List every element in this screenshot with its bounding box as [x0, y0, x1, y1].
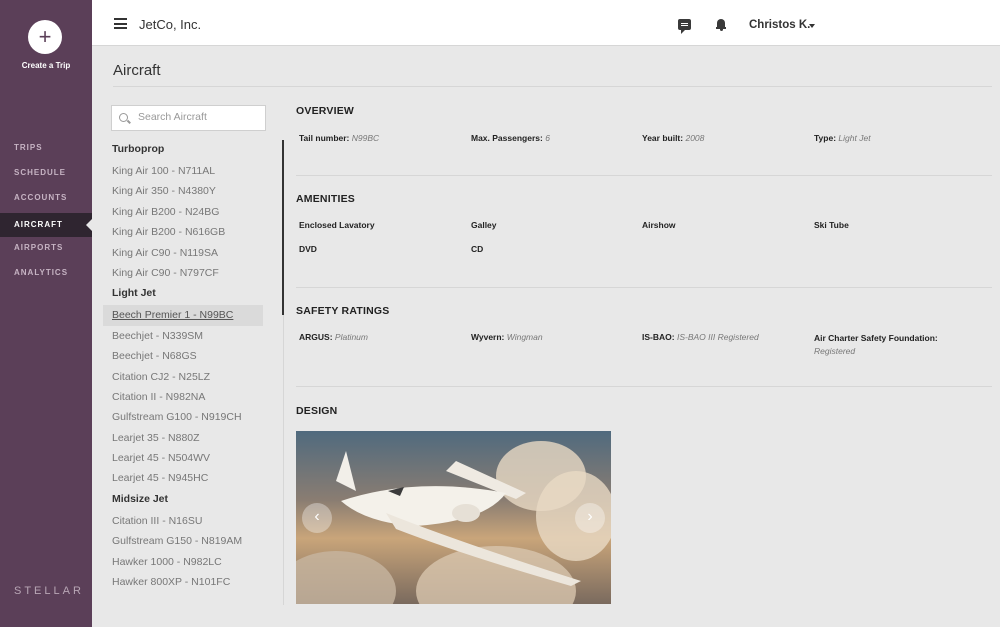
- plus-icon: +: [38, 24, 52, 49]
- list-item[interactable]: Beechjet - N339SM: [103, 326, 273, 346]
- nav-item-schedule[interactable]: SCHEDULE: [0, 163, 92, 188]
- messages-icon[interactable]: [678, 19, 691, 34]
- list-item[interactable]: King Air B200 - N616GB: [103, 222, 273, 242]
- search-input[interactable]: [138, 111, 262, 123]
- list-item[interactable]: King Air B200 - N24BG: [103, 202, 273, 222]
- list-item[interactable]: Learjet 35 - N880Z: [103, 428, 273, 448]
- list-item[interactable]: Hawker 800XP - N101FC: [103, 572, 273, 592]
- list-item[interactable]: Gulfstream G150 - N819AM: [103, 531, 273, 551]
- divider: [113, 86, 992, 87]
- amenity-item: DVD: [299, 244, 317, 254]
- stellar-logo: STELLAR: [14, 585, 84, 597]
- top-bar: JetCo, Inc. Christos K.: [92, 0, 1000, 46]
- amenity-item: Galley: [471, 220, 497, 230]
- company-name: JetCo, Inc.: [139, 17, 202, 32]
- group-heading-turboprop: Turboprop: [112, 143, 165, 155]
- create-trip-button[interactable]: +: [28, 20, 62, 54]
- aircraft-photo: [296, 431, 611, 604]
- list-item[interactable]: Citation CJ2 - N25LZ: [103, 367, 273, 387]
- argus-field: ARGUS: Platinum: [299, 332, 368, 342]
- nav-item-airports[interactable]: AIRPORTS: [0, 238, 92, 263]
- design-heading: DESIGN: [296, 405, 338, 417]
- divider: [296, 175, 992, 176]
- list-item[interactable]: Citation II - N982NA: [103, 387, 273, 407]
- search-icon: [119, 113, 128, 122]
- list-item-selected[interactable]: Beech Premier 1 - N99BC: [103, 305, 263, 326]
- list-item[interactable]: Learjet 45 - N504WV: [103, 448, 273, 468]
- max-passengers-field: Max. Passengers: 6: [471, 133, 550, 143]
- aircraft-photo-carousel[interactable]: ‹ ›: [296, 431, 611, 604]
- list-item[interactable]: King Air C90 - N797CF: [103, 263, 273, 283]
- divider: [296, 287, 992, 288]
- notifications-bell-icon[interactable]: [716, 18, 726, 31]
- amenity-item: Enclosed Lavatory: [299, 220, 375, 230]
- list-item[interactable]: Citation III - N16SU: [103, 511, 273, 531]
- safety-ratings-heading: SAFETY RATINGS: [296, 305, 390, 317]
- amenities-heading: AMENITIES: [296, 193, 355, 205]
- group-heading-midsize-jet: Midsize Jet: [112, 492, 169, 505]
- page-title: Aircraft: [113, 62, 161, 79]
- list-item[interactable]: King Air 100 - N711AL: [103, 161, 273, 181]
- tail-number-field: Tail number: N99BC: [299, 133, 380, 143]
- aircraft-list: Turboprop King Air 100 - N711AL King Air…: [103, 140, 273, 592]
- nav-item-aircraft[interactable]: AIRCRAFT: [0, 213, 92, 237]
- amenity-item: Ski Tube: [814, 220, 849, 230]
- nav-item-trips[interactable]: TRIPS: [0, 138, 92, 163]
- wyvern-field: Wyvern: Wingman: [471, 332, 543, 342]
- create-trip-label[interactable]: Create a Trip: [0, 61, 92, 70]
- carousel-prev-button[interactable]: ‹: [302, 503, 332, 533]
- user-menu[interactable]: Christos K.: [749, 19, 810, 31]
- chevron-down-icon[interactable]: [809, 24, 815, 28]
- overview-heading: OVERVIEW: [296, 105, 355, 117]
- type-field: Type: Light Jet: [814, 133, 871, 143]
- list-item[interactable]: King Air C90 - N119SA: [103, 243, 273, 263]
- list-item[interactable]: Learjet 45 - N945HC: [103, 468, 273, 488]
- aircraft-search: [111, 105, 266, 131]
- carousel-next-button[interactable]: ›: [575, 503, 605, 533]
- is-bao-field: IS-BAO: IS-BAO III Registered: [642, 332, 759, 342]
- main-nav: TRIPS SCHEDULE ACCOUNTS AIRCRAFT AIRPORT…: [0, 138, 92, 288]
- menu-icon[interactable]: [114, 18, 127, 29]
- divider: [296, 386, 992, 387]
- list-scrollbar-thumb[interactable]: [282, 140, 284, 315]
- list-item[interactable]: Gulfstream G100 - N919CH: [103, 407, 273, 427]
- year-built-field: Year built: 2008: [642, 133, 705, 143]
- amenity-item: CD: [471, 244, 484, 254]
- list-item[interactable]: Beechjet - N68GS: [103, 346, 273, 366]
- amenity-item: Airshow: [642, 220, 676, 230]
- sidebar: + Create a Trip TRIPS SCHEDULE ACCOUNTS …: [0, 0, 92, 627]
- nav-item-accounts[interactable]: ACCOUNTS: [0, 188, 92, 213]
- list-item[interactable]: Hawker 1000 - N982LC: [103, 552, 273, 572]
- jet-illustration: [336, 451, 581, 586]
- list-item[interactable]: King Air 350 - N4380Y: [103, 181, 273, 201]
- acsf-field: Air Charter Safety Foundation: Registered: [814, 333, 938, 356]
- nav-item-analytics[interactable]: ANALYTICS: [0, 263, 92, 288]
- group-heading-light-jet: Light Jet: [112, 287, 156, 300]
